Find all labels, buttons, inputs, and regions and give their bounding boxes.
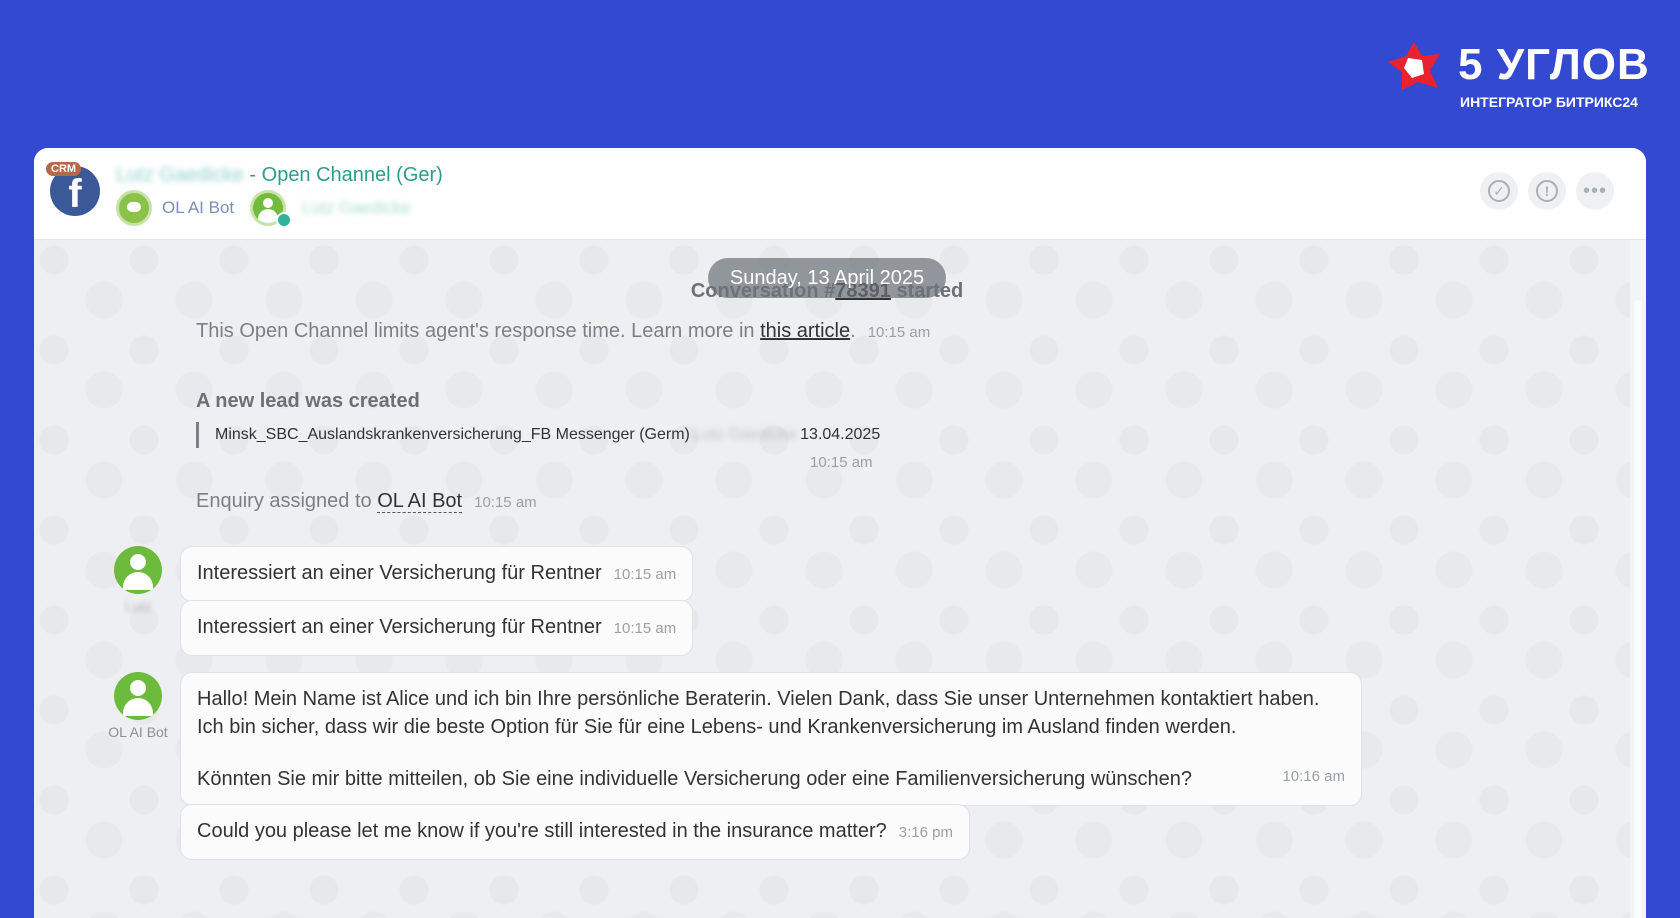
bot-name[interactable]: OL AI Bot xyxy=(162,198,234,218)
client-name: Lutz xyxy=(124,598,152,614)
message-time: 10:15 am xyxy=(474,494,537,511)
user-icon xyxy=(130,680,146,696)
brand-logo-block: 5 УГЛОВ ИНТЕГРАТОР БИТРИКС24 xyxy=(1386,36,1649,116)
channel-name: - Open Channel (Ger) xyxy=(243,164,443,186)
brand-tagline: ИНТЕГРАТОР БИТРИКС24 xyxy=(1460,94,1638,110)
date-separator: Sunday, 13 April 2025 xyxy=(708,258,946,298)
chat-window: f CRM Lutz Gaedicke - Open Channel (Ger)… xyxy=(34,148,1646,918)
assignment-notice: Enquiry assigned to OL AI Bot 10:15 am xyxy=(196,490,537,513)
message-time: 3:16 pm xyxy=(898,824,953,841)
finish-dialog-button[interactable]: ✓ xyxy=(1480,172,1518,210)
lead-entry[interactable]: Minsk_SBC_Auslandskrankenversicherung_FB… xyxy=(196,422,880,448)
lead-time: 10:15 am xyxy=(810,454,873,471)
message-bubble[interactable]: Could you please let me know if you're s… xyxy=(180,804,970,860)
lead-name[interactable]: Minsk_SBC_Auslandskrankenversicherung_FB… xyxy=(215,426,690,443)
user-icon xyxy=(130,554,146,570)
message-feed[interactable]: Conversation #78391 started Sunday, 13 A… xyxy=(34,240,1630,918)
client-avatar[interactable] xyxy=(114,546,162,594)
message-bubble[interactable]: Interessiert an einer Versicherung für R… xyxy=(180,600,694,656)
bot-author-name: OL AI Bot xyxy=(108,724,168,740)
star-logo-icon xyxy=(1388,42,1440,90)
message-text: Could you please let me know if you're s… xyxy=(197,820,887,842)
alert-icon: ! xyxy=(1536,180,1558,202)
lead-date: 13.04.2025 xyxy=(800,426,881,443)
user-icon xyxy=(263,198,273,208)
message-text: Könnten Sie mir bitte mitteilen, ob Sie … xyxy=(197,768,1193,790)
spam-button[interactable]: ! xyxy=(1528,172,1566,210)
check-icon: ✓ xyxy=(1488,180,1510,202)
message-time: 10:15 am xyxy=(613,620,677,637)
chat-title[interactable]: Lutz Gaedicke - Open Channel (Ger) xyxy=(116,164,443,187)
more-icon: ••• xyxy=(1582,180,1607,202)
facebook-icon: f xyxy=(68,172,82,216)
channel-badge-icon xyxy=(276,212,292,228)
user-icon-body xyxy=(123,698,153,716)
user-icon-body xyxy=(123,572,153,590)
scrollbar[interactable] xyxy=(1630,240,1646,918)
bot-message-avatar[interactable] xyxy=(114,672,162,720)
response-limit-text: This Open Channel limits agent's respons… xyxy=(196,320,761,342)
assigned-agent-link[interactable]: OL AI Bot xyxy=(377,490,463,513)
more-button[interactable]: ••• xyxy=(1576,172,1614,210)
message-text: Interessiert an einer Versicherung für R… xyxy=(197,616,602,638)
message-text: Ich bin sicher, dass wir die beste Optio… xyxy=(197,716,1237,738)
message-bubble[interactable]: Interessiert an einer Versicherung für R… xyxy=(180,546,694,602)
response-limit-notice: This Open Channel limits agent's respons… xyxy=(196,320,930,343)
brand-name: 5 УГЛОВ xyxy=(1458,40,1650,89)
message-time: 10:15 am xyxy=(867,324,931,341)
lead-created-title: A new lead was created xyxy=(196,390,420,412)
message-bubble[interactable]: Hallo! Mein Name ist Alice und ich bin I… xyxy=(180,672,1362,806)
article-link[interactable]: this article xyxy=(760,320,850,342)
user-name[interactable]: Lutz Gaedicke xyxy=(302,198,411,218)
message-time: 10:15 am xyxy=(613,566,677,583)
crm-badge[interactable]: CRM xyxy=(46,162,82,176)
response-limit-end: . xyxy=(850,320,856,342)
robot-icon xyxy=(127,202,141,212)
assigned-text: Enquiry assigned to xyxy=(196,490,378,512)
bot-avatar[interactable] xyxy=(116,190,152,226)
chat-header: f CRM Lutz Gaedicke - Open Channel (Ger)… xyxy=(34,148,1646,240)
message-time: 10:16 am xyxy=(1282,768,1345,785)
message-text: Interessiert an einer Versicherung für R… xyxy=(197,562,602,584)
contact-name: Lutz Gaedicke xyxy=(116,164,244,186)
message-text: Hallo! Mein Name ist Alice und ich bin I… xyxy=(197,688,1320,710)
lead-contact: Lutz Gaedicke xyxy=(693,426,797,443)
scroll-thumb[interactable] xyxy=(1634,300,1642,918)
user-icon-body xyxy=(258,209,278,223)
